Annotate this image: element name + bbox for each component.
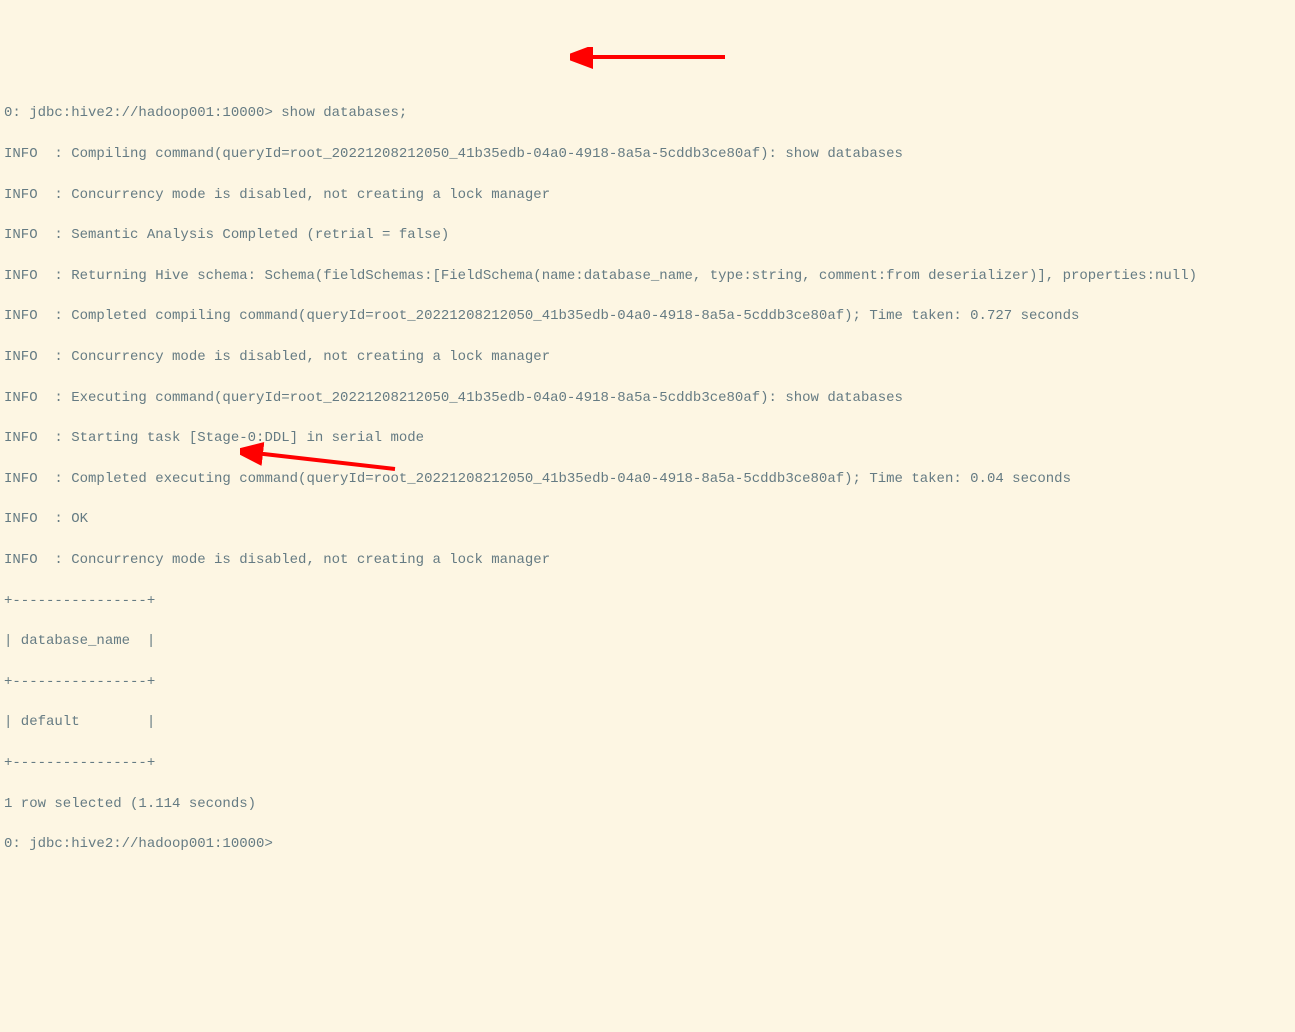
terminal-line: | database_name | — [4, 631, 1291, 651]
terminal-line: INFO : Starting task [Stage-0:DDL] in se… — [4, 428, 1291, 448]
terminal-output: 0: jdbc:hive2://hadoop001:10000> show da… — [4, 83, 1291, 875]
terminal-line: INFO : OK — [4, 509, 1291, 529]
terminal-line[interactable]: 0: jdbc:hive2://hadoop001:10000> show da… — [4, 103, 1291, 123]
terminal-line: INFO : Compiling command(queryId=root_20… — [4, 144, 1291, 164]
terminal-line: INFO : Completed executing command(query… — [4, 469, 1291, 489]
terminal-line: INFO : Semantic Analysis Completed (retr… — [4, 225, 1291, 245]
terminal-line: INFO : Returning Hive schema: Schema(fie… — [4, 266, 1291, 286]
terminal-line: +----------------+ — [4, 753, 1291, 773]
terminal-line: | default | — [4, 712, 1291, 732]
terminal-line: INFO : Completed compiling command(query… — [4, 306, 1291, 326]
terminal-line: INFO : Concurrency mode is disabled, not… — [4, 550, 1291, 570]
terminal-line: INFO : Concurrency mode is disabled, not… — [4, 347, 1291, 367]
terminal-line[interactable]: 0: jdbc:hive2://hadoop001:10000> — [4, 834, 1291, 854]
terminal-line: INFO : Concurrency mode is disabled, not… — [4, 185, 1291, 205]
terminal-line: 1 row selected (1.114 seconds) — [4, 794, 1291, 814]
terminal-line: +----------------+ — [4, 672, 1291, 692]
terminal-line: +----------------+ — [4, 591, 1291, 611]
terminal-line: INFO : Executing command(queryId=root_20… — [4, 388, 1291, 408]
